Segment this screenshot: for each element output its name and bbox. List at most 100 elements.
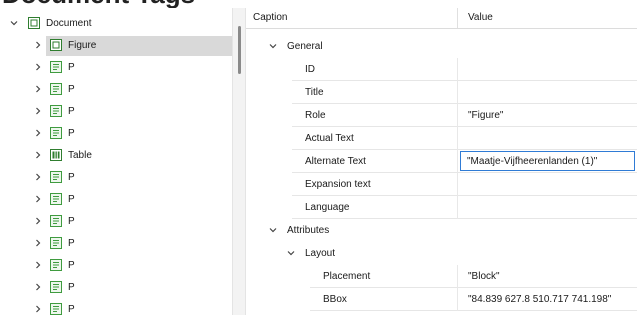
- property-value[interactable]: "Figure": [468, 110, 503, 121]
- paragraph-icon: [50, 215, 62, 227]
- tree-item-p[interactable]: P: [0, 277, 232, 299]
- property-caption: Alternate Text: [305, 156, 366, 167]
- tree-item-p[interactable]: P: [0, 211, 232, 233]
- property-caption: Title: [305, 87, 324, 98]
- property-row-language[interactable]: Language: [246, 196, 637, 219]
- tree-item-label: P: [68, 216, 75, 227]
- column-divider: [457, 58, 458, 81]
- column-divider: [457, 150, 458, 173]
- tree-item-label: P: [68, 172, 75, 183]
- tree-item-label: P: [68, 84, 75, 95]
- chevron-down-icon[interactable]: [269, 226, 277, 234]
- property-row-title[interactable]: Title: [246, 81, 637, 104]
- tree-item-table[interactable]: Table: [0, 145, 232, 167]
- property-row-alternate-text[interactable]: Alternate Text "Maatje-Vijfheerenlanden …: [246, 150, 637, 173]
- chevron-right-icon[interactable]: [34, 41, 42, 49]
- column-divider: [457, 173, 458, 196]
- paragraph-icon: [50, 171, 62, 183]
- table-icon: [50, 149, 62, 161]
- property-value[interactable]: "84.839 627.8 510.717 741.198": [468, 294, 611, 305]
- page-heading-fragment: Document Tags: [0, 0, 637, 8]
- property-row-id[interactable]: ID: [246, 58, 637, 81]
- chevron-right-icon[interactable]: [34, 217, 42, 225]
- alternate-text-input[interactable]: "Maatje-Vijfheerenlanden (1)": [460, 151, 635, 171]
- tree-item-label: P: [68, 260, 75, 271]
- tree-scrollbar[interactable]: [232, 8, 246, 315]
- column-divider: [457, 288, 458, 311]
- paragraph-icon: [50, 259, 62, 271]
- chevron-right-icon[interactable]: [34, 239, 42, 247]
- chevron-right-icon[interactable]: [34, 305, 42, 313]
- tree-item-p[interactable]: P: [0, 299, 232, 315]
- property-row-bbox[interactable]: BBox "84.839 627.8 510.717 741.198": [246, 288, 637, 311]
- column-divider[interactable]: [457, 8, 458, 28]
- property-row-role[interactable]: Role "Figure": [246, 104, 637, 127]
- chevron-right-icon[interactable]: [34, 63, 42, 71]
- tree-item-label: Document: [46, 18, 92, 29]
- tree-item-figure[interactable]: Figure: [0, 35, 232, 57]
- scrollbar-thumb[interactable]: [238, 26, 241, 74]
- tree-item-p[interactable]: P: [0, 233, 232, 255]
- paragraph-icon: [50, 193, 62, 205]
- column-divider: [457, 127, 458, 150]
- figure-icon: [50, 39, 62, 51]
- grid-header: Caption Value: [246, 8, 637, 29]
- chevron-down-icon[interactable]: [10, 19, 18, 27]
- tree-item-label: P: [68, 106, 75, 117]
- property-row-actual-text[interactable]: Actual Text: [246, 127, 637, 150]
- property-row-placement[interactable]: Placement "Block": [246, 265, 637, 288]
- chevron-right-icon[interactable]: [34, 107, 42, 115]
- document-icon: [28, 17, 40, 29]
- tree-item-label: Figure: [68, 40, 97, 51]
- column-divider: [457, 265, 458, 288]
- chevron-right-icon[interactable]: [34, 195, 42, 203]
- tree-item-label: P: [68, 238, 75, 249]
- chevron-down-icon[interactable]: [269, 42, 277, 50]
- properties-grid[interactable]: Caption Value General ID Title Role "Fig…: [246, 8, 637, 315]
- property-caption: Attributes: [287, 225, 330, 236]
- tag-tree[interactable]: Document Figure P P P P Table P P P P P …: [0, 8, 232, 315]
- property-group-layout[interactable]: Layout: [246, 242, 637, 265]
- property-caption: Placement: [323, 271, 371, 282]
- property-caption: Expansion text: [305, 179, 371, 190]
- paragraph-icon: [50, 237, 62, 249]
- property-caption: General: [287, 41, 323, 52]
- chevron-right-icon[interactable]: [34, 129, 42, 137]
- tree-item-p[interactable]: P: [0, 189, 232, 211]
- tree-item-label: P: [68, 62, 75, 73]
- tree-item-p[interactable]: P: [0, 167, 232, 189]
- paragraph-icon: [50, 83, 62, 95]
- row-divider: [310, 310, 637, 311]
- tree-item-label: P: [68, 282, 75, 293]
- paragraph-icon: [50, 303, 62, 315]
- tree-item-label: P: [68, 194, 75, 205]
- chevron-down-icon[interactable]: [287, 249, 295, 257]
- tree-item-label: Table: [68, 150, 92, 161]
- property-row-expansion-text[interactable]: Expansion text: [246, 173, 637, 196]
- property-value[interactable]: "Maatje-Vijfheerenlanden (1)": [467, 156, 597, 167]
- tree-item-p[interactable]: P: [0, 79, 232, 101]
- property-caption: Layout: [305, 248, 336, 259]
- chevron-right-icon[interactable]: [34, 173, 42, 181]
- tree-item-label: P: [68, 128, 75, 139]
- column-header-caption[interactable]: Caption: [253, 12, 287, 23]
- property-group-general[interactable]: General: [246, 35, 637, 58]
- chevron-right-icon[interactable]: [34, 261, 42, 269]
- tree-item-label: P: [68, 304, 75, 315]
- property-caption: Role: [305, 110, 326, 121]
- property-value[interactable]: "Block": [468, 271, 500, 282]
- column-header-value[interactable]: Value: [468, 12, 493, 23]
- column-divider: [457, 81, 458, 104]
- tree-item-p[interactable]: P: [0, 57, 232, 79]
- tree-item-p[interactable]: P: [0, 255, 232, 277]
- paragraph-icon: [50, 105, 62, 117]
- chevron-right-icon[interactable]: [34, 85, 42, 93]
- tree-item-document[interactable]: Document: [0, 13, 232, 35]
- property-caption: Language: [305, 202, 350, 213]
- chevron-right-icon[interactable]: [34, 283, 42, 291]
- tree-item-p[interactable]: P: [0, 101, 232, 123]
- tree-item-p[interactable]: P: [0, 123, 232, 145]
- column-divider: [457, 196, 458, 219]
- chevron-right-icon[interactable]: [34, 151, 42, 159]
- property-group-attributes[interactable]: Attributes: [246, 219, 637, 242]
